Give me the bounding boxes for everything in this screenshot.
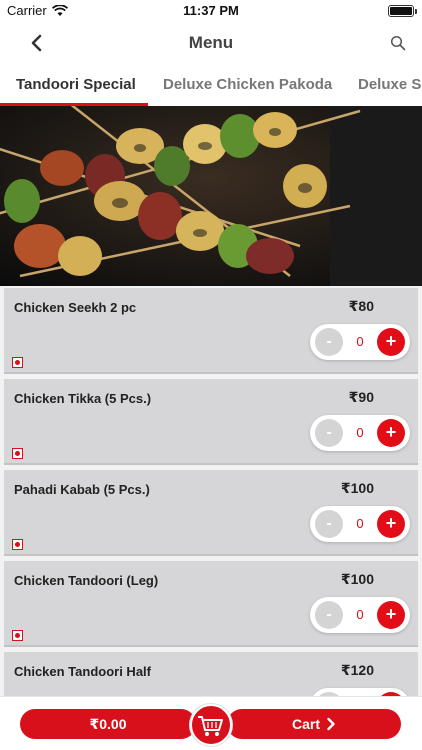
increase-quantity-button[interactable]: + bbox=[377, 601, 405, 629]
item-price: ₹120 bbox=[340, 662, 374, 678]
battery-icon bbox=[388, 5, 417, 17]
increase-quantity-button[interactable]: + bbox=[377, 328, 405, 356]
quantity-stepper: - 0 + bbox=[310, 597, 410, 633]
item-price: ₹100 bbox=[340, 571, 374, 587]
status-bar: Carrier 11:37 PM bbox=[0, 0, 422, 22]
menu-item: Chicken Tandoori (Leg) ₹100 - 0 + bbox=[4, 561, 418, 647]
item-quantity: 0 bbox=[356, 607, 364, 622]
item-name: Chicken Tikka (5 Pcs.) bbox=[14, 391, 152, 406]
quantity-stepper: - 0 + bbox=[310, 506, 410, 542]
non-veg-indicator-icon bbox=[12, 630, 23, 641]
tab-deluxe-chicken-pakoda[interactable]: Deluxe Chicken Pakoda bbox=[163, 66, 332, 106]
item-quantity: 0 bbox=[356, 516, 364, 531]
item-name: Chicken Tandoori (Leg) bbox=[14, 573, 159, 588]
decrease-quantity-button[interactable]: - bbox=[315, 601, 343, 629]
item-price: ₹90 bbox=[348, 389, 374, 405]
item-quantity: 0 bbox=[356, 425, 364, 440]
quantity-stepper: - 0 + bbox=[310, 688, 410, 696]
cart-button-label: Cart bbox=[291, 716, 320, 732]
quantity-stepper: - 0 + bbox=[310, 324, 410, 360]
status-time: 11:37 PM bbox=[183, 3, 239, 18]
item-name: Chicken Tandoori Half bbox=[14, 664, 151, 679]
cart-glyph bbox=[198, 716, 223, 736]
navigation-bar: Menu bbox=[0, 22, 422, 66]
category-tabs: Tandoori Special Deluxe Chicken Pakoda D… bbox=[0, 66, 422, 106]
non-veg-indicator-icon bbox=[12, 539, 23, 550]
menu-item-list: Chicken Seekh 2 pc ₹80 - 0 + Chicken Tik… bbox=[0, 286, 422, 696]
shopping-cart-icon[interactable] bbox=[190, 704, 232, 746]
item-quantity: 0 bbox=[356, 334, 364, 349]
decrease-quantity-button[interactable]: - bbox=[315, 328, 343, 356]
quantity-stepper: - 0 + bbox=[310, 415, 410, 451]
item-price: ₹80 bbox=[348, 298, 374, 314]
kebab-skewers-photo bbox=[0, 106, 422, 286]
tab-deluxe-special[interactable]: Deluxe Special bbox=[358, 66, 422, 106]
chevron-right-icon bbox=[327, 717, 335, 731]
decrease-quantity-button[interactable]: - bbox=[315, 419, 343, 447]
menu-item: Chicken Seekh 2 pc ₹80 - 0 + bbox=[4, 288, 418, 374]
cart-summary-bar: ₹0.00 Cart bbox=[0, 696, 422, 750]
cart-button[interactable]: Cart bbox=[227, 709, 401, 739]
non-veg-indicator-icon bbox=[12, 448, 23, 459]
item-name: Pahadi Kabab (5 Pcs.) bbox=[14, 482, 150, 497]
menu-item: Chicken Tandoori Half ₹120 - 0 + bbox=[4, 652, 418, 696]
item-name: Chicken Seekh 2 pc bbox=[14, 300, 137, 315]
increase-quantity-button[interactable]: + bbox=[377, 510, 405, 538]
menu-item: Pahadi Kabab (5 Pcs.) ₹100 - 0 + bbox=[4, 470, 418, 556]
cart-total: ₹0.00 bbox=[20, 709, 196, 739]
menu-item: Chicken Tikka (5 Pcs.) ₹90 - 0 + bbox=[4, 379, 418, 465]
increase-quantity-button[interactable]: + bbox=[377, 419, 405, 447]
non-veg-indicator-icon bbox=[12, 357, 23, 368]
item-quantity: 0 bbox=[348, 688, 372, 696]
tab-tandoori-special[interactable]: Tandoori Special bbox=[16, 66, 136, 106]
decrease-quantity-button[interactable]: - bbox=[315, 510, 343, 538]
category-banner-image bbox=[0, 106, 422, 286]
search-icon[interactable] bbox=[390, 35, 406, 51]
page-title: Menu bbox=[188, 33, 234, 52]
item-price: ₹100 bbox=[340, 480, 374, 496]
